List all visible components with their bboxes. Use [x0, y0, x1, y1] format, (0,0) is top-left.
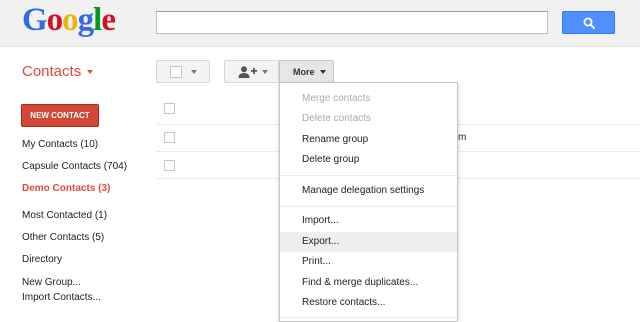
- top-bar: Google: [0, 0, 640, 47]
- add-to-group-button[interactable]: [224, 60, 279, 83]
- more-button[interactable]: More: [279, 60, 334, 83]
- more-button-label: More: [293, 67, 315, 77]
- sidebar-item-capsule-contacts[interactable]: Capsule Contacts (704): [22, 161, 127, 172]
- chevron-down-icon: [320, 70, 326, 74]
- logo-letter: g: [77, 2, 94, 38]
- google-logo[interactable]: Google: [22, 2, 116, 39]
- menu-item-manage-delegation[interactable]: Manage delegation settings: [280, 181, 457, 201]
- sidebar-item-my-contacts[interactable]: My Contacts (10): [22, 139, 98, 150]
- menu-item-import[interactable]: Import...: [280, 211, 457, 231]
- import-contacts-link[interactable]: Import Contacts...: [22, 292, 101, 303]
- menu-item-find-merge-duplicates[interactable]: Find & merge duplicates...: [280, 273, 457, 293]
- menu-item-rename-group[interactable]: Rename group: [280, 130, 457, 150]
- logo-letter: o: [46, 2, 63, 38]
- sidebar-item-demo-contacts[interactable]: Demo Contacts (3): [22, 183, 110, 194]
- menu-separator: [280, 206, 457, 207]
- search-input[interactable]: [156, 11, 548, 34]
- menu-item-print[interactable]: Print...: [280, 252, 457, 272]
- row-checkbox[interactable]: [164, 132, 175, 143]
- menu-item-restore-contacts[interactable]: Restore contacts...: [280, 293, 457, 313]
- checkbox-icon: [170, 66, 182, 78]
- menu-item-delete-contacts: Delete contacts: [302, 113, 371, 124]
- sidebar-item-directory[interactable]: Directory: [22, 254, 62, 265]
- menu-item-delete-group[interactable]: Delete group: [280, 150, 457, 170]
- header-checkbox[interactable]: [164, 103, 175, 114]
- search-button[interactable]: [562, 11, 615, 34]
- logo-letter: G: [22, 2, 48, 38]
- logo-letter: o: [62, 2, 78, 38]
- search-icon: [583, 17, 596, 30]
- sidebar-item-most-contacted[interactable]: Most Contacted (1): [22, 210, 107, 221]
- chevron-down-icon: [191, 70, 197, 74]
- row-checkbox[interactable]: [164, 160, 175, 171]
- add-person-icon: [238, 66, 257, 78]
- new-group-link[interactable]: New Group...: [22, 277, 81, 288]
- app-title: Contacts: [22, 63, 82, 80]
- menu-separator: [280, 175, 457, 176]
- sidebar-item-other-contacts[interactable]: Other Contacts (5): [22, 232, 104, 243]
- menu-item-export[interactable]: Export...: [280, 232, 457, 252]
- menu-item-merge-contacts: Merge contacts: [302, 93, 371, 104]
- more-menu: Merge contacts Delete contacts Rename gr…: [279, 82, 458, 322]
- contact-email-fragment: m: [458, 132, 467, 143]
- logo-letter: e: [101, 2, 116, 38]
- app-switcher[interactable]: Contacts: [22, 63, 94, 80]
- new-contact-button[interactable]: NEW CONTACT: [21, 104, 99, 127]
- chevron-down-icon: [87, 70, 94, 75]
- logo-letter: l: [93, 2, 102, 38]
- menu-separator: [280, 317, 457, 318]
- chevron-down-icon: [262, 70, 268, 74]
- select-all-button[interactable]: [156, 60, 210, 83]
- contacts-page: Google Contacts More NEW CONTACT My Cont…: [0, 0, 640, 322]
